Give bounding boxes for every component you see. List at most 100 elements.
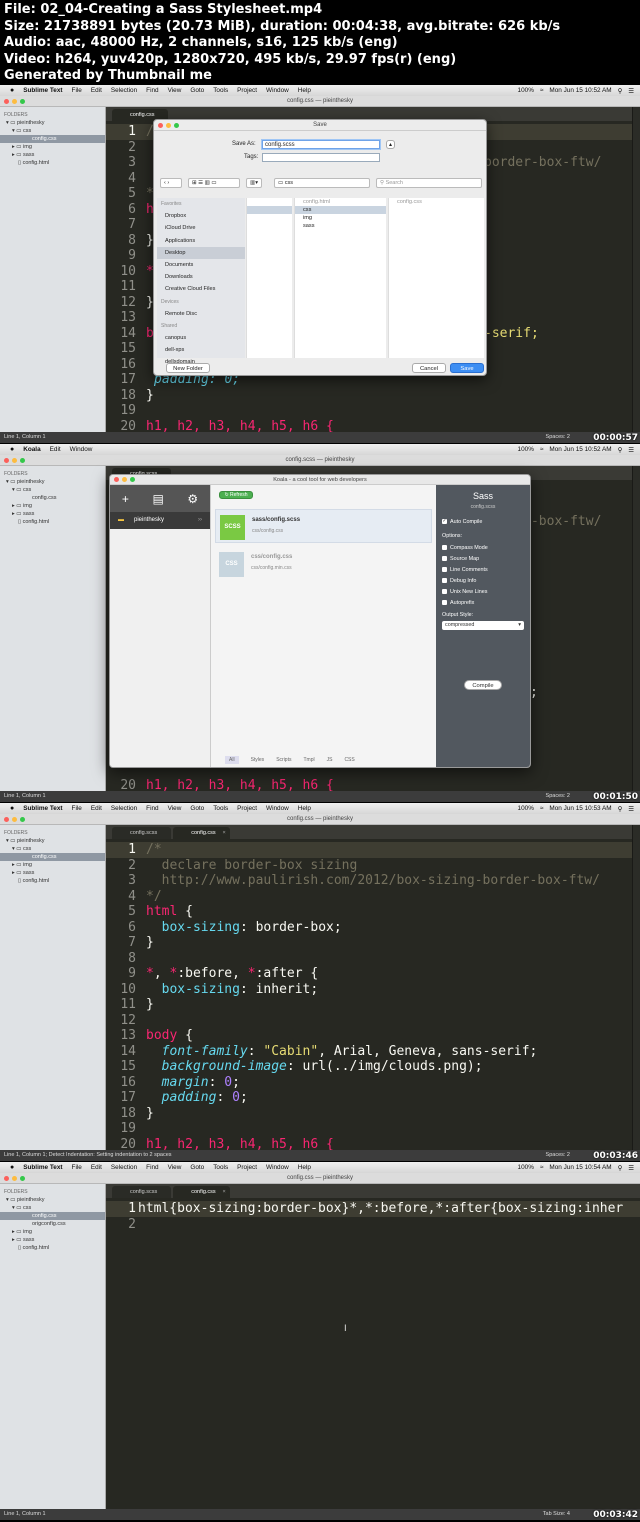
compass-mode-checkbox[interactable]: Compass Mode <box>442 545 488 551</box>
folder-css[interactable]: css <box>295 206 386 214</box>
wifi-icon[interactable]: ≈ <box>540 87 544 94</box>
folder-img[interactable]: img <box>295 214 386 222</box>
sidebar-item-config-css[interactable]: config.css <box>0 494 105 502</box>
tab-config-css[interactable]: config.css × <box>173 827 230 839</box>
autoprefix-checkbox[interactable]: Autoprefix <box>442 600 474 606</box>
filter-css[interactable]: CSS <box>344 757 354 763</box>
indent-setting[interactable]: Spaces: 2 <box>546 432 570 443</box>
menu-edit[interactable]: Edit <box>91 87 102 94</box>
tab-size-setting[interactable]: Tab Size: 4 <box>543 1509 570 1520</box>
sidebar-item-project[interactable]: ▾ ▭ pieinthesky <box>0 1196 105 1204</box>
sidebar-item-sass[interactable]: ▸ ▭ sass <box>0 869 105 877</box>
filter-scripts[interactable]: Scripts <box>276 757 291 763</box>
menu-goto[interactable]: Goto <box>190 87 204 94</box>
browser-column-1[interactable] <box>246 198 292 358</box>
file-config-html[interactable]: config.html <box>295 198 386 206</box>
menu-edit[interactable]: Edit <box>50 446 61 453</box>
menu-window[interactable]: Window <box>70 446 93 453</box>
sidebar-item-config-css[interactable]: config.css <box>0 135 105 143</box>
menu-file[interactable]: File <box>72 87 82 94</box>
sidebar-item-img[interactable]: ▸ ▭ img <box>0 1228 105 1236</box>
fav-creative-cloud[interactable]: Creative Cloud Files <box>157 283 245 295</box>
sidebar-item-css[interactable]: ▾ ▭ css <box>0 845 105 853</box>
apple-icon[interactable]: ● <box>10 1164 14 1171</box>
sidebar-item-project[interactable]: ▾ ▭ pieinthesky <box>0 478 105 486</box>
wifi-icon[interactable]: ≈ <box>540 805 544 812</box>
shared-dell-xps[interactable]: dell-xps <box>157 344 245 356</box>
sidebar-item-sass[interactable]: ▸ ▭ sass <box>0 1236 105 1244</box>
back-forward-buttons[interactable]: ‹ › <box>160 178 182 188</box>
menu-view[interactable]: View <box>168 87 182 94</box>
line-comments-checkbox[interactable]: Line Comments <box>442 567 488 573</box>
output-style-select[interactable]: compressed ▾ <box>442 621 524 630</box>
sidebar-item-img[interactable]: ▸ ▭ img <box>0 143 105 151</box>
sidebar-item-sass[interactable]: ▸ ▭ sass <box>0 510 105 518</box>
close-dialog-icon[interactable] <box>158 123 163 128</box>
scrollbar[interactable] <box>632 466 640 791</box>
expand-dialog-button[interactable]: ▴ <box>386 140 395 149</box>
cancel-button[interactable]: Cancel <box>412 363 446 373</box>
filter-tmpl[interactable]: Tmpl <box>303 757 314 763</box>
menu-tools[interactable]: Tools <box>213 87 228 94</box>
search-field[interactable]: ⚲ Search <box>376 178 482 188</box>
sidebar-item-config-css[interactable]: config.css <box>0 1212 105 1220</box>
sidebar-item-css[interactable]: ▾ ▭ css <box>0 486 105 494</box>
clock[interactable]: Mon Jun 15 10:53 AM <box>549 805 611 812</box>
clock[interactable]: Mon Jun 15 10:52 AM <box>549 446 611 453</box>
fav-documents[interactable]: Documents <box>157 259 245 271</box>
new-folder-button[interactable]: New Folder <box>166 363 210 373</box>
scrollbar[interactable] <box>632 107 640 432</box>
close-window-icon[interactable] <box>4 99 9 104</box>
code-editor[interactable]: 1 2 html{box-sizing:border-box}*,*:befor… <box>106 1198 640 1509</box>
filter-js[interactable]: JS <box>327 757 333 763</box>
file-item-css[interactable]: CSS css/config.css css/config.min.css <box>215 547 432 581</box>
fav-desktop[interactable]: Desktop <box>157 246 245 259</box>
project-list-icon[interactable]: ▤ <box>152 492 163 506</box>
file-config-css[interactable]: config.css <box>389 198 484 206</box>
list-icon[interactable]: ☰ <box>628 1164 634 1172</box>
settings-gear-icon[interactable]: ⚙ <box>187 492 198 506</box>
clock[interactable]: Mon Jun 15 10:52 AM <box>549 87 611 94</box>
sidebar-item-project[interactable]: ▾ ▭ pieinthesky <box>0 119 105 127</box>
sidebar-item-img[interactable]: ▸ ▭ img <box>0 502 105 510</box>
file-item-scss[interactable]: SCSS sass/config.scss css/config.css <box>215 509 432 543</box>
code-editor[interactable]: 1 2 3 4 5 6 7 8 9 10 11 12 13 14 15 16 1… <box>106 839 632 1150</box>
menu-window[interactable]: Window <box>266 87 289 94</box>
sidebar-item-css[interactable]: ▾ ▭ css <box>0 127 105 135</box>
sidebar-item-css[interactable]: ▾ ▭ css <box>0 1204 105 1212</box>
close-tab-icon[interactable]: × <box>222 827 225 839</box>
wifi-icon[interactable]: ≈ <box>540 1164 544 1171</box>
folder-sass[interactable]: sass <box>295 222 386 230</box>
scrollbar[interactable] <box>632 825 640 1150</box>
sidebar-item-config-html[interactable]: ▯ config.html <box>0 518 105 526</box>
menu-app-name[interactable]: Koala <box>23 446 40 453</box>
sidebar-item-project[interactable]: ▾ ▭ pieinthesky <box>0 837 105 845</box>
debug-info-checkbox[interactable]: Debug Info <box>442 578 476 584</box>
refresh-button[interactable]: ↻ Refresh <box>219 491 253 499</box>
list-icon[interactable]: ☰ <box>628 805 634 813</box>
arrange-button[interactable]: ▥▾ <box>246 178 262 188</box>
apple-icon[interactable]: ● <box>10 446 14 453</box>
sidebar-item-config-html[interactable]: ▯ config.html <box>0 1244 105 1252</box>
menu-help[interactable]: Help <box>298 87 311 94</box>
apple-icon[interactable]: ● <box>10 87 14 94</box>
project-item[interactable]: ▬ pieinthesky ›› <box>110 512 210 529</box>
sidebar-item-sass[interactable]: ▸ ▭ sass <box>0 151 105 159</box>
fav-applications[interactable]: Applications <box>157 235 245 247</box>
tags-input[interactable] <box>262 153 380 162</box>
battery-status[interactable]: 100% <box>518 87 534 94</box>
view-mode-buttons[interactable]: ⊞ ☰ ▥ ▭ <box>188 178 240 188</box>
sidebar-item-img[interactable]: ▸ ▭ img <box>0 861 105 869</box>
fav-dropbox[interactable]: Dropbox <box>157 210 245 222</box>
save-as-input[interactable]: config.scss <box>262 140 380 149</box>
sidebar-item-origconfig[interactable]: origconfig.css <box>0 1220 105 1228</box>
search-icon[interactable]: ⚲ <box>618 1164 623 1172</box>
tab-config-scss[interactable]: config.scss <box>112 827 172 839</box>
save-button[interactable]: Save <box>450 363 484 373</box>
sidebar-item-config-html[interactable]: ▯ config.html <box>0 877 105 885</box>
list-icon[interactable]: ☰ <box>628 446 634 454</box>
fav-downloads[interactable]: Downloads <box>157 271 245 283</box>
close-window-icon[interactable] <box>114 477 119 482</box>
tab-config-css[interactable]: config.css × <box>173 1186 230 1198</box>
menu-app-name[interactable]: Sublime Text <box>23 87 62 94</box>
